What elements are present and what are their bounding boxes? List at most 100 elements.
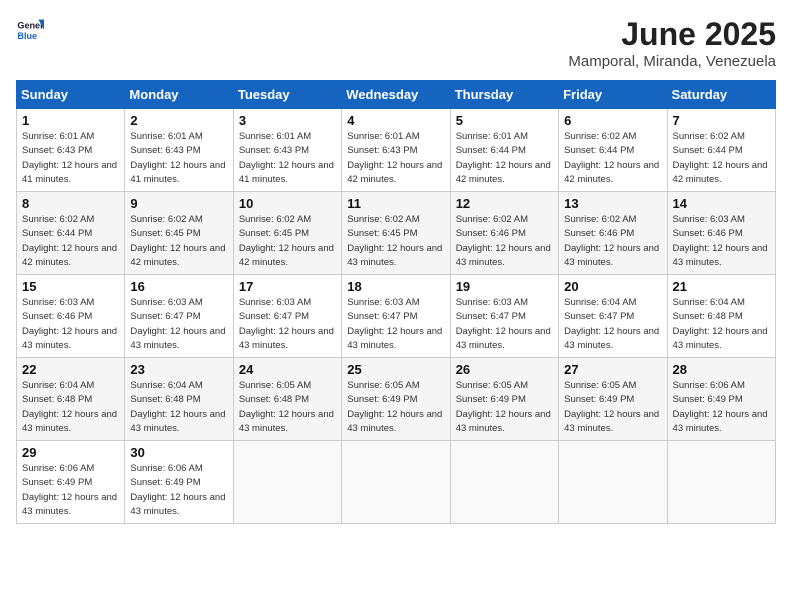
sunset-label: Sunset: 6:45 PM <box>239 228 309 239</box>
day-number: 29 <box>22 445 119 460</box>
day-number: 28 <box>673 362 770 377</box>
day-number: 21 <box>673 279 770 294</box>
calendar-day-cell: 7 Sunrise: 6:02 AM Sunset: 6:44 PM Dayli… <box>667 109 775 192</box>
sunrise-label: Sunrise: 6:04 AM <box>130 380 202 391</box>
sunrise-label: Sunrise: 6:02 AM <box>22 214 94 225</box>
sunset-label: Sunset: 6:44 PM <box>22 228 92 239</box>
day-info: Sunrise: 6:04 AM Sunset: 6:48 PM Dayligh… <box>22 379 119 436</box>
day-number: 17 <box>239 279 336 294</box>
day-number: 22 <box>22 362 119 377</box>
day-number: 15 <box>22 279 119 294</box>
calendar-day-cell: 8 Sunrise: 6:02 AM Sunset: 6:44 PM Dayli… <box>17 192 125 275</box>
day-number: 30 <box>130 445 227 460</box>
day-number: 23 <box>130 362 227 377</box>
daylight-label: Daylight: 12 hours and 42 minutes. <box>456 160 551 185</box>
sunset-label: Sunset: 6:47 PM <box>130 311 200 322</box>
daylight-label: Daylight: 12 hours and 43 minutes. <box>239 409 334 434</box>
sunset-label: Sunset: 6:48 PM <box>239 394 309 405</box>
day-info: Sunrise: 6:05 AM Sunset: 6:49 PM Dayligh… <box>347 379 444 436</box>
sunrise-label: Sunrise: 6:04 AM <box>673 297 745 308</box>
day-info: Sunrise: 6:06 AM Sunset: 6:49 PM Dayligh… <box>22 462 119 519</box>
daylight-label: Daylight: 12 hours and 42 minutes. <box>673 160 768 185</box>
sunrise-label: Sunrise: 6:05 AM <box>564 380 636 391</box>
logo: General Blue <box>16 16 44 44</box>
day-number: 13 <box>564 196 661 211</box>
sunset-label: Sunset: 6:43 PM <box>130 145 200 156</box>
sunset-label: Sunset: 6:43 PM <box>347 145 417 156</box>
day-info: Sunrise: 6:03 AM Sunset: 6:46 PM Dayligh… <box>673 213 770 270</box>
day-number: 2 <box>130 113 227 128</box>
daylight-label: Daylight: 12 hours and 43 minutes. <box>347 243 442 268</box>
sunrise-label: Sunrise: 6:06 AM <box>673 380 745 391</box>
sunrise-label: Sunrise: 6:02 AM <box>239 214 311 225</box>
day-info: Sunrise: 6:03 AM Sunset: 6:47 PM Dayligh… <box>239 296 336 353</box>
calendar-day-cell: 21 Sunrise: 6:04 AM Sunset: 6:48 PM Dayl… <box>667 275 775 358</box>
sunrise-label: Sunrise: 6:01 AM <box>239 131 311 142</box>
day-number: 9 <box>130 196 227 211</box>
calendar-header-cell: Friday <box>559 81 667 109</box>
title-area: June 2025 Mamporal, Miranda, Venezuela <box>568 16 776 70</box>
daylight-label: Daylight: 12 hours and 43 minutes. <box>22 409 117 434</box>
sunrise-label: Sunrise: 6:05 AM <box>347 380 419 391</box>
sunset-label: Sunset: 6:46 PM <box>673 228 743 239</box>
sunset-label: Sunset: 6:44 PM <box>673 145 743 156</box>
sunrise-label: Sunrise: 6:02 AM <box>673 131 745 142</box>
sunrise-label: Sunrise: 6:03 AM <box>456 297 528 308</box>
day-number: 24 <box>239 362 336 377</box>
calendar-day-cell: 27 Sunrise: 6:05 AM Sunset: 6:49 PM Dayl… <box>559 358 667 441</box>
calendar-day-cell: 26 Sunrise: 6:05 AM Sunset: 6:49 PM Dayl… <box>450 358 558 441</box>
day-number: 25 <box>347 362 444 377</box>
calendar-day-cell <box>667 441 775 524</box>
sunrise-label: Sunrise: 6:04 AM <box>564 297 636 308</box>
sunset-label: Sunset: 6:47 PM <box>564 311 634 322</box>
day-number: 19 <box>456 279 553 294</box>
sunrise-label: Sunrise: 6:02 AM <box>564 131 636 142</box>
svg-text:Blue: Blue <box>17 31 37 41</box>
sunrise-label: Sunrise: 6:04 AM <box>22 380 94 391</box>
day-info: Sunrise: 6:01 AM Sunset: 6:43 PM Dayligh… <box>239 130 336 187</box>
calendar-header-cell: Monday <box>125 81 233 109</box>
day-info: Sunrise: 6:02 AM Sunset: 6:46 PM Dayligh… <box>456 213 553 270</box>
location-title: Mamporal, Miranda, Venezuela <box>568 53 776 70</box>
day-number: 12 <box>456 196 553 211</box>
daylight-label: Daylight: 12 hours and 43 minutes. <box>130 492 225 517</box>
daylight-label: Daylight: 12 hours and 41 minutes. <box>239 160 334 185</box>
day-number: 8 <box>22 196 119 211</box>
calendar-day-cell: 28 Sunrise: 6:06 AM Sunset: 6:49 PM Dayl… <box>667 358 775 441</box>
sunset-label: Sunset: 6:45 PM <box>347 228 417 239</box>
daylight-label: Daylight: 12 hours and 43 minutes. <box>564 326 659 351</box>
day-number: 18 <box>347 279 444 294</box>
calendar-day-cell: 5 Sunrise: 6:01 AM Sunset: 6:44 PM Dayli… <box>450 109 558 192</box>
sunrise-label: Sunrise: 6:01 AM <box>22 131 94 142</box>
sunset-label: Sunset: 6:47 PM <box>456 311 526 322</box>
calendar-header-cell: Thursday <box>450 81 558 109</box>
daylight-label: Daylight: 12 hours and 43 minutes. <box>347 326 442 351</box>
sunset-label: Sunset: 6:43 PM <box>22 145 92 156</box>
daylight-label: Daylight: 12 hours and 42 minutes. <box>564 160 659 185</box>
calendar-table: SundayMondayTuesdayWednesdayThursdayFrid… <box>16 80 776 524</box>
calendar-day-cell: 12 Sunrise: 6:02 AM Sunset: 6:46 PM Dayl… <box>450 192 558 275</box>
sunrise-label: Sunrise: 6:03 AM <box>673 214 745 225</box>
calendar-day-cell: 13 Sunrise: 6:02 AM Sunset: 6:46 PM Dayl… <box>559 192 667 275</box>
calendar-day-cell <box>342 441 450 524</box>
day-info: Sunrise: 6:01 AM Sunset: 6:43 PM Dayligh… <box>347 130 444 187</box>
day-number: 14 <box>673 196 770 211</box>
sunset-label: Sunset: 6:49 PM <box>564 394 634 405</box>
day-info: Sunrise: 6:05 AM Sunset: 6:48 PM Dayligh… <box>239 379 336 436</box>
logo-icon: General Blue <box>16 16 44 44</box>
calendar-day-cell: 9 Sunrise: 6:02 AM Sunset: 6:45 PM Dayli… <box>125 192 233 275</box>
day-info: Sunrise: 6:03 AM Sunset: 6:47 PM Dayligh… <box>456 296 553 353</box>
header: General Blue June 2025 Mamporal, Miranda… <box>16 16 776 70</box>
sunset-label: Sunset: 6:43 PM <box>239 145 309 156</box>
day-info: Sunrise: 6:02 AM Sunset: 6:45 PM Dayligh… <box>239 213 336 270</box>
daylight-label: Daylight: 12 hours and 43 minutes. <box>564 409 659 434</box>
day-info: Sunrise: 6:01 AM Sunset: 6:43 PM Dayligh… <box>22 130 119 187</box>
sunset-label: Sunset: 6:49 PM <box>347 394 417 405</box>
sunrise-label: Sunrise: 6:01 AM <box>456 131 528 142</box>
calendar-header-cell: Tuesday <box>233 81 341 109</box>
calendar-day-cell: 3 Sunrise: 6:01 AM Sunset: 6:43 PM Dayli… <box>233 109 341 192</box>
day-info: Sunrise: 6:01 AM Sunset: 6:44 PM Dayligh… <box>456 130 553 187</box>
calendar-day-cell: 29 Sunrise: 6:06 AM Sunset: 6:49 PM Dayl… <box>17 441 125 524</box>
sunset-label: Sunset: 6:46 PM <box>564 228 634 239</box>
day-info: Sunrise: 6:02 AM Sunset: 6:45 PM Dayligh… <box>347 213 444 270</box>
